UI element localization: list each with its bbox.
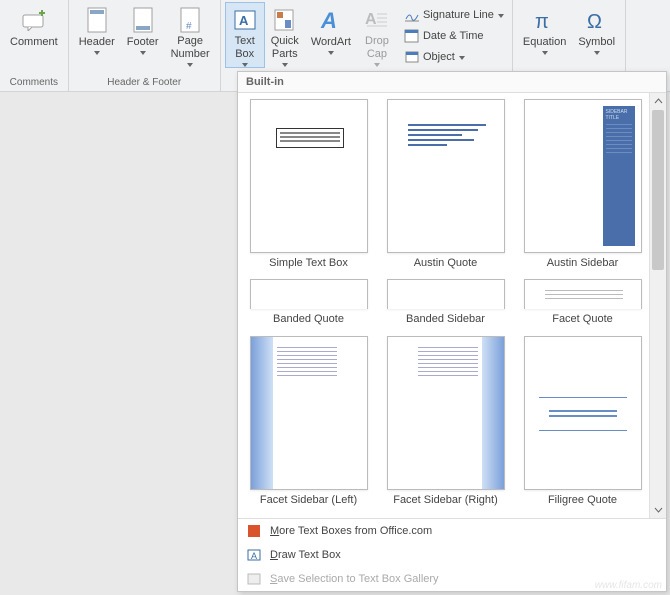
object-button[interactable]: Object bbox=[400, 46, 508, 67]
tile-austin-quote[interactable]: Austin Quote bbox=[381, 99, 510, 275]
group-hf-label: Header & Footer bbox=[73, 75, 216, 91]
page-number-button[interactable]: # PageNumber bbox=[165, 2, 216, 68]
gallery-grid: Simple Text Box Austin Quote SIDEBAR TIT… bbox=[238, 93, 649, 518]
comment-icon bbox=[20, 6, 48, 34]
chevron-down-icon bbox=[187, 63, 193, 67]
text-box-gallery-dropdown: Built-in Simple Text Box Austin Quote SI… bbox=[237, 71, 667, 592]
chevron-down-icon bbox=[374, 63, 380, 67]
chevron-down-icon bbox=[498, 14, 504, 18]
gallery-scrollbar[interactable] bbox=[649, 93, 666, 518]
svg-text:Ω: Ω bbox=[587, 11, 602, 33]
comment-button[interactable]: Comment bbox=[4, 2, 64, 68]
tile-label: Austin Quote bbox=[414, 257, 478, 271]
drop-cap-button[interactable]: A DropCap bbox=[357, 2, 397, 68]
wordart-label: WordArt bbox=[311, 36, 351, 49]
header-icon bbox=[83, 6, 111, 34]
gallery-section-header: Built-in bbox=[238, 72, 666, 92]
office-icon bbox=[246, 523, 262, 539]
date-time-icon bbox=[404, 28, 420, 44]
tile-austin-sidebar[interactable]: SIDEBAR TITLE Austin Sidebar bbox=[518, 99, 647, 275]
group-comments-label: Comments bbox=[4, 75, 64, 91]
scrollbar-thumb[interactable] bbox=[652, 110, 664, 270]
equation-icon: π bbox=[531, 6, 559, 34]
date-time-label: Date & Time bbox=[423, 30, 484, 42]
tile-facet-quote[interactable]: Facet Quote bbox=[518, 279, 647, 331]
group-header-footer: Header Footer # PageNumber Header & Foot… bbox=[69, 0, 221, 91]
signature-line-button[interactable]: Signature Line bbox=[400, 4, 508, 25]
tile-simple-text-box[interactable]: Simple Text Box bbox=[244, 99, 373, 275]
svg-text:A: A bbox=[251, 551, 257, 561]
tile-label: Simple Text Box bbox=[269, 257, 348, 271]
date-time-button[interactable]: Date & Time bbox=[400, 25, 508, 46]
header-button[interactable]: Header bbox=[73, 2, 121, 68]
scroll-up-button[interactable] bbox=[650, 93, 666, 110]
tile-label: Austin Sidebar bbox=[547, 257, 619, 271]
group-comments: Comment Comments bbox=[0, 0, 69, 91]
draw-label: Draw Text Box bbox=[270, 549, 341, 561]
drop-cap-label: DropCap bbox=[365, 35, 389, 61]
more-textboxes-item[interactable]: More Text Boxes from Office.com bbox=[238, 519, 666, 543]
symbol-icon: Ω bbox=[583, 6, 611, 34]
quick-parts-icon bbox=[271, 6, 299, 33]
chevron-down-icon bbox=[459, 56, 465, 60]
svg-text:A: A bbox=[239, 13, 249, 28]
footer-label: Footer bbox=[127, 36, 159, 49]
more-label: More Text Boxes from Office.com bbox=[270, 525, 432, 537]
chevron-down-icon bbox=[242, 63, 248, 67]
footer-button[interactable]: Footer bbox=[121, 2, 165, 68]
object-label: Object bbox=[423, 51, 455, 63]
svg-text:A: A bbox=[320, 8, 337, 32]
page-number-label: PageNumber bbox=[171, 35, 210, 61]
watermark: www.fifam.com bbox=[595, 580, 662, 591]
chevron-down-icon bbox=[94, 51, 100, 55]
save-gallery-icon bbox=[246, 571, 262, 587]
quick-parts-button[interactable]: QuickParts bbox=[265, 2, 305, 68]
text-box-icon: A bbox=[231, 6, 259, 33]
footer-icon bbox=[129, 6, 157, 34]
page-number-icon: # bbox=[176, 6, 204, 33]
tile-label: Banded Quote bbox=[273, 313, 344, 327]
scroll-down-button[interactable] bbox=[650, 501, 666, 518]
gallery-scroll-area: Simple Text Box Austin Quote SIDEBAR TIT… bbox=[238, 92, 666, 518]
save-label: Save Selection to Text Box Gallery bbox=[270, 573, 439, 585]
tile-label: Facet Sidebar (Right) bbox=[393, 494, 498, 508]
symbol-button[interactable]: Ω Symbol bbox=[572, 2, 621, 68]
signature-icon bbox=[404, 7, 420, 23]
comment-label: Comment bbox=[10, 36, 58, 49]
tile-label: Facet Sidebar (Left) bbox=[260, 494, 357, 508]
svg-text:#: # bbox=[186, 21, 192, 32]
tile-filigree-quote[interactable]: Filigree Quote bbox=[518, 336, 647, 512]
wordart-button[interactable]: A WordArt bbox=[305, 2, 357, 68]
object-icon bbox=[404, 49, 420, 65]
tile-facet-sidebar-right[interactable]: Facet Sidebar (Right) bbox=[381, 336, 510, 512]
chevron-down-icon bbox=[542, 51, 548, 55]
symbol-label: Symbol bbox=[578, 36, 615, 49]
draw-textbox-icon: A bbox=[246, 547, 262, 563]
equation-label: Equation bbox=[523, 36, 566, 49]
tile-label: Banded Sidebar bbox=[406, 313, 485, 327]
svg-text:π: π bbox=[535, 11, 549, 33]
chevron-down-icon bbox=[328, 51, 334, 55]
signature-label: Signature Line bbox=[423, 9, 494, 21]
tile-banded-sidebar[interactable]: Banded Sidebar bbox=[381, 279, 510, 331]
tile-label: Facet Quote bbox=[552, 313, 613, 327]
draw-textbox-item[interactable]: A Draw Text Box bbox=[238, 543, 666, 567]
wordart-icon: A bbox=[317, 6, 345, 34]
tile-banded-quote[interactable]: Banded Quote bbox=[244, 279, 373, 331]
quick-parts-label: QuickParts bbox=[271, 35, 299, 61]
header-label: Header bbox=[79, 36, 115, 49]
chevron-down-icon bbox=[282, 63, 288, 67]
tile-facet-sidebar-left[interactable]: Facet Sidebar (Left) bbox=[244, 336, 373, 512]
tile-label: Filigree Quote bbox=[548, 494, 617, 508]
drop-cap-icon: A bbox=[363, 6, 391, 33]
text-box-label: TextBox bbox=[235, 35, 255, 61]
svg-text:A: A bbox=[365, 11, 377, 28]
chevron-down-icon bbox=[140, 51, 146, 55]
chevron-down-icon bbox=[594, 51, 600, 55]
text-box-button[interactable]: A TextBox bbox=[225, 2, 265, 68]
equation-button[interactable]: π Equation bbox=[517, 2, 572, 68]
